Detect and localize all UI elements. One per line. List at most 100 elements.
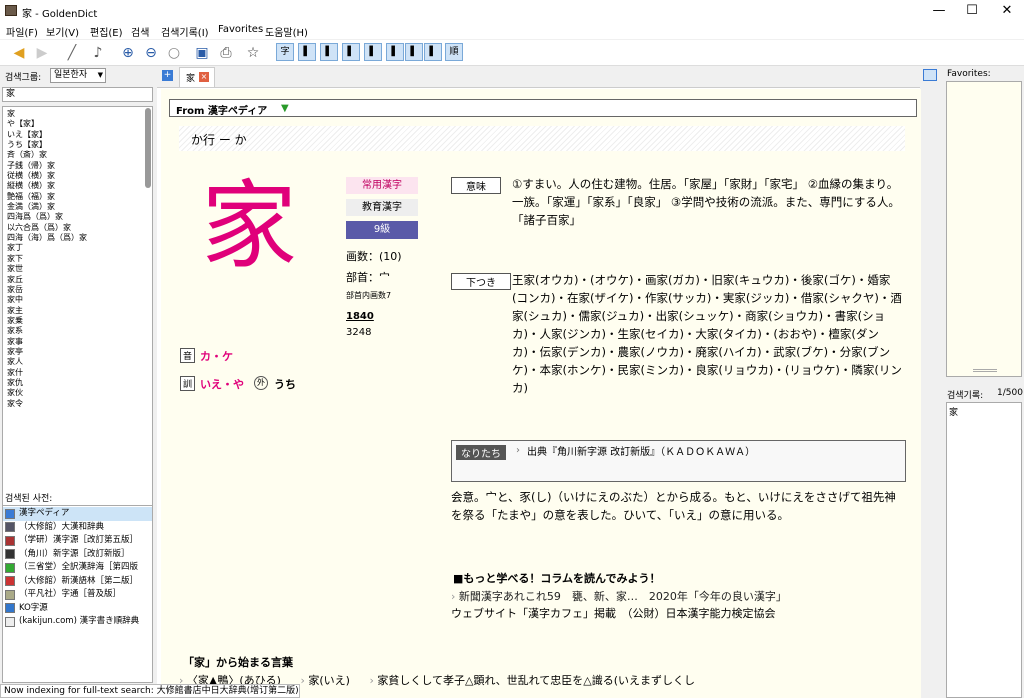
menu-file[interactable]: 파일(F) <box>6 24 38 39</box>
word-list-item[interactable]: 家主 <box>3 306 152 316</box>
dictionary-header[interactable]: From 漢字ペディア ▼ <box>169 99 917 117</box>
found-dict-label: （大修館）大漢和辞典 <box>19 521 105 532</box>
wand-icon[interactable]: ╱ <box>62 43 82 63</box>
phrases-title: 「家」から始まる言葉 <box>183 656 293 669</box>
found-dicts-list[interactable]: 漢字ペディア （大修館）大漢和辞典 （学研）漢字源［改訂第五版］ （角川）新字源［改訂… <box>2 505 153 683</box>
dict-shinkangorin-icon[interactable]: ▌ <box>386 43 404 61</box>
word-list-item[interactable]: 子銭（帰）家 <box>3 161 152 171</box>
badge-kyoiku: 教育漢字 <box>346 199 418 216</box>
menu-view[interactable]: 보기(V) <box>46 24 79 39</box>
word-list-item[interactable]: 従横（横）家 <box>3 171 152 181</box>
new-tab-icon[interactable]: + <box>162 70 173 81</box>
word-list-item[interactable]: や【家】 <box>3 119 152 129</box>
history-list[interactable]: 家 <box>946 402 1022 698</box>
group-select[interactable]: 일본한자 ▼ <box>50 68 106 83</box>
word-list-item[interactable]: 家事 <box>3 337 152 347</box>
dict-shinjigen-icon[interactable]: ▌ <box>342 43 360 61</box>
back-icon[interactable]: ◀ <box>9 43 29 63</box>
search-input[interactable]: 家 <box>2 87 153 102</box>
word-list-item[interactable]: 金満（満）家 <box>3 202 152 212</box>
word-list-item[interactable]: 家伙 <box>3 388 152 398</box>
found-dict-item[interactable]: （学研）漢字源［改訂第五版］ <box>3 534 152 548</box>
dictionary-icon <box>5 522 15 533</box>
tab-main[interactable]: 家 × <box>179 67 215 87</box>
maximize-button[interactable]: ☐ <box>955 0 989 22</box>
word-list-item[interactable]: 家中 <box>3 295 152 305</box>
word-list-item[interactable]: 家乗 <box>3 316 152 326</box>
zoom-out-icon[interactable]: ⊖ <box>141 43 161 63</box>
minimize-button[interactable]: — <box>922 0 956 22</box>
word-list-item[interactable]: 家 <box>3 109 152 119</box>
word-list-item[interactable]: 家系 <box>3 326 152 336</box>
collapse-icon[interactable]: ▼ <box>281 103 289 114</box>
favorites-panel[interactable] <box>946 81 1022 377</box>
dict-jitsu-icon[interactable]: ▌ <box>405 43 423 61</box>
menu-edit[interactable]: 편집(E) <box>90 24 123 39</box>
dict-kanjikai-icon[interactable]: ▌ <box>364 43 382 61</box>
word-list-item[interactable]: 家令 <box>3 399 152 409</box>
speaker-icon[interactable]: ♪ <box>88 43 108 63</box>
article-content: From 漢字ペディア ▼ か行 ー か 家 常用漢字 教育漢字 9級 画数：(… <box>161 89 936 698</box>
left-pane: 검색그룹: 일본한자 ▼ 家 家や【家】 いえ【家】 うち【家】 斉（斎）家 子銭（帰）… <box>0 66 156 698</box>
toolbar: ◀ ▶ ╱ ♪ ⊕ ⊖ ○ ▣ ⎙ ☆ 字 ▌ ▌ ▌ ▌ ▌ ▌ ▌ 順 <box>0 40 1024 66</box>
history-item[interactable]: 家 <box>947 403 1021 420</box>
close-button[interactable]: ✕ <box>990 0 1024 22</box>
window-title: 家 - GoldenDict <box>22 9 98 20</box>
forward-icon[interactable]: ▶ <box>32 43 52 63</box>
dict-kanjigen-icon[interactable]: ▌ <box>320 43 338 61</box>
dict-daikanwa-icon[interactable]: ▌ <box>298 43 316 61</box>
found-dict-item[interactable]: （大修館）大漢和辞典 <box>3 521 152 535</box>
history-count: 1/500 <box>997 388 1023 398</box>
word-list-item[interactable]: 家人 <box>3 357 152 367</box>
menu-history[interactable]: 검색기록(I) <box>161 24 209 39</box>
word-list-item[interactable]: 家丁 <box>3 243 152 253</box>
dictionary-icon <box>5 535 15 546</box>
found-dict-item[interactable]: （角川）新字源［改訂新版］ <box>3 548 152 562</box>
print-icon[interactable]: ⎙ <box>216 43 236 63</box>
word-list-item[interactable]: 家亭 <box>3 347 152 357</box>
code-1: 1840 <box>346 311 374 322</box>
star-icon[interactable]: ☆ <box>243 43 263 63</box>
word-list[interactable]: 家や【家】 いえ【家】 うち【家】 斉（斎）家 子銭（帰）家 従横（横）家 縦横（横）家 艶福… <box>2 106 153 546</box>
found-dict-item[interactable]: （三省堂）全訳漢辞海［第四版 <box>3 561 152 575</box>
word-list-item[interactable]: 家丘 <box>3 275 152 285</box>
menu-favorites[interactable]: Favorites <box>218 24 263 35</box>
found-dict-item[interactable]: (kakijun.com) 漢字書き順辞典 <box>3 615 152 629</box>
stroke-count: 画数：(10) <box>346 250 402 263</box>
zoom-in-icon[interactable]: ⊕ <box>118 43 138 63</box>
save-icon[interactable]: ▣ <box>192 43 212 63</box>
phrase-link-2[interactable]: 家(いえ) <box>308 674 350 687</box>
found-dict-item[interactable]: （平凡社）字通［普及版］ <box>3 588 152 602</box>
word-list-item[interactable]: 四海爲（爲）家 <box>3 212 152 222</box>
word-list-item[interactable]: 以六合爲（爲）家 <box>3 223 152 233</box>
resize-handle[interactable] <box>973 369 997 372</box>
naritachi-text: 会意。宀と、豕(し)（いけにえのぶた）とから成る。もと、いけにえをささげて祖先神… <box>451 490 896 522</box>
tab-close-icon[interactable]: × <box>199 72 209 82</box>
column-link-1[interactable]: › 新聞漢字あれこれ59 甕、新、家… 2020年「今年の良い漢字」 <box>451 588 787 604</box>
word-list-item[interactable]: いえ【家】 <box>3 130 152 140</box>
word-list-scrollbar[interactable] <box>145 108 151 188</box>
word-list-item[interactable]: 斉（斎）家 <box>3 150 152 160</box>
phrase-link-3[interactable]: 家貧しくして孝子△顕れ、世乱れて忠臣を△識る(いえまずしくし <box>377 674 695 687</box>
found-dict-item[interactable]: 漢字ペディア <box>3 507 152 521</box>
word-list-item[interactable]: うち【家】 <box>3 140 152 150</box>
dock-icon[interactable] <box>923 69 937 81</box>
menu-help[interactable]: 도움말(H) <box>265 24 308 39</box>
word-list-item[interactable]: 家岳 <box>3 285 152 295</box>
chevron-down-icon: ▼ <box>97 71 103 79</box>
word-list-item[interactable]: 縦横（横）家 <box>3 181 152 191</box>
dictionary-icon <box>5 576 15 587</box>
menu-search[interactable]: 검색 <box>131 24 149 39</box>
zoom-reset-icon[interactable]: ○ <box>164 43 184 63</box>
word-list-item[interactable]: 家仇 <box>3 378 152 388</box>
dict-kanjipedia-icon[interactable]: 字 <box>276 43 294 61</box>
found-dict-item[interactable]: （大修館）新漢語林［第二版］ <box>3 575 152 589</box>
word-list-item[interactable]: 家什 <box>3 368 152 378</box>
word-list-item[interactable]: 四海（海）爲（爲）家 <box>3 233 152 243</box>
word-list-item[interactable]: 艶福（福）家 <box>3 192 152 202</box>
word-list-item[interactable]: 家下 <box>3 254 152 264</box>
dict-kojigen-icon[interactable]: ▌ <box>424 43 442 61</box>
dict-kakijun-icon[interactable]: 順 <box>445 43 463 61</box>
found-dict-item[interactable]: KO字源 <box>3 602 152 616</box>
word-list-item[interactable]: 家世 <box>3 264 152 274</box>
